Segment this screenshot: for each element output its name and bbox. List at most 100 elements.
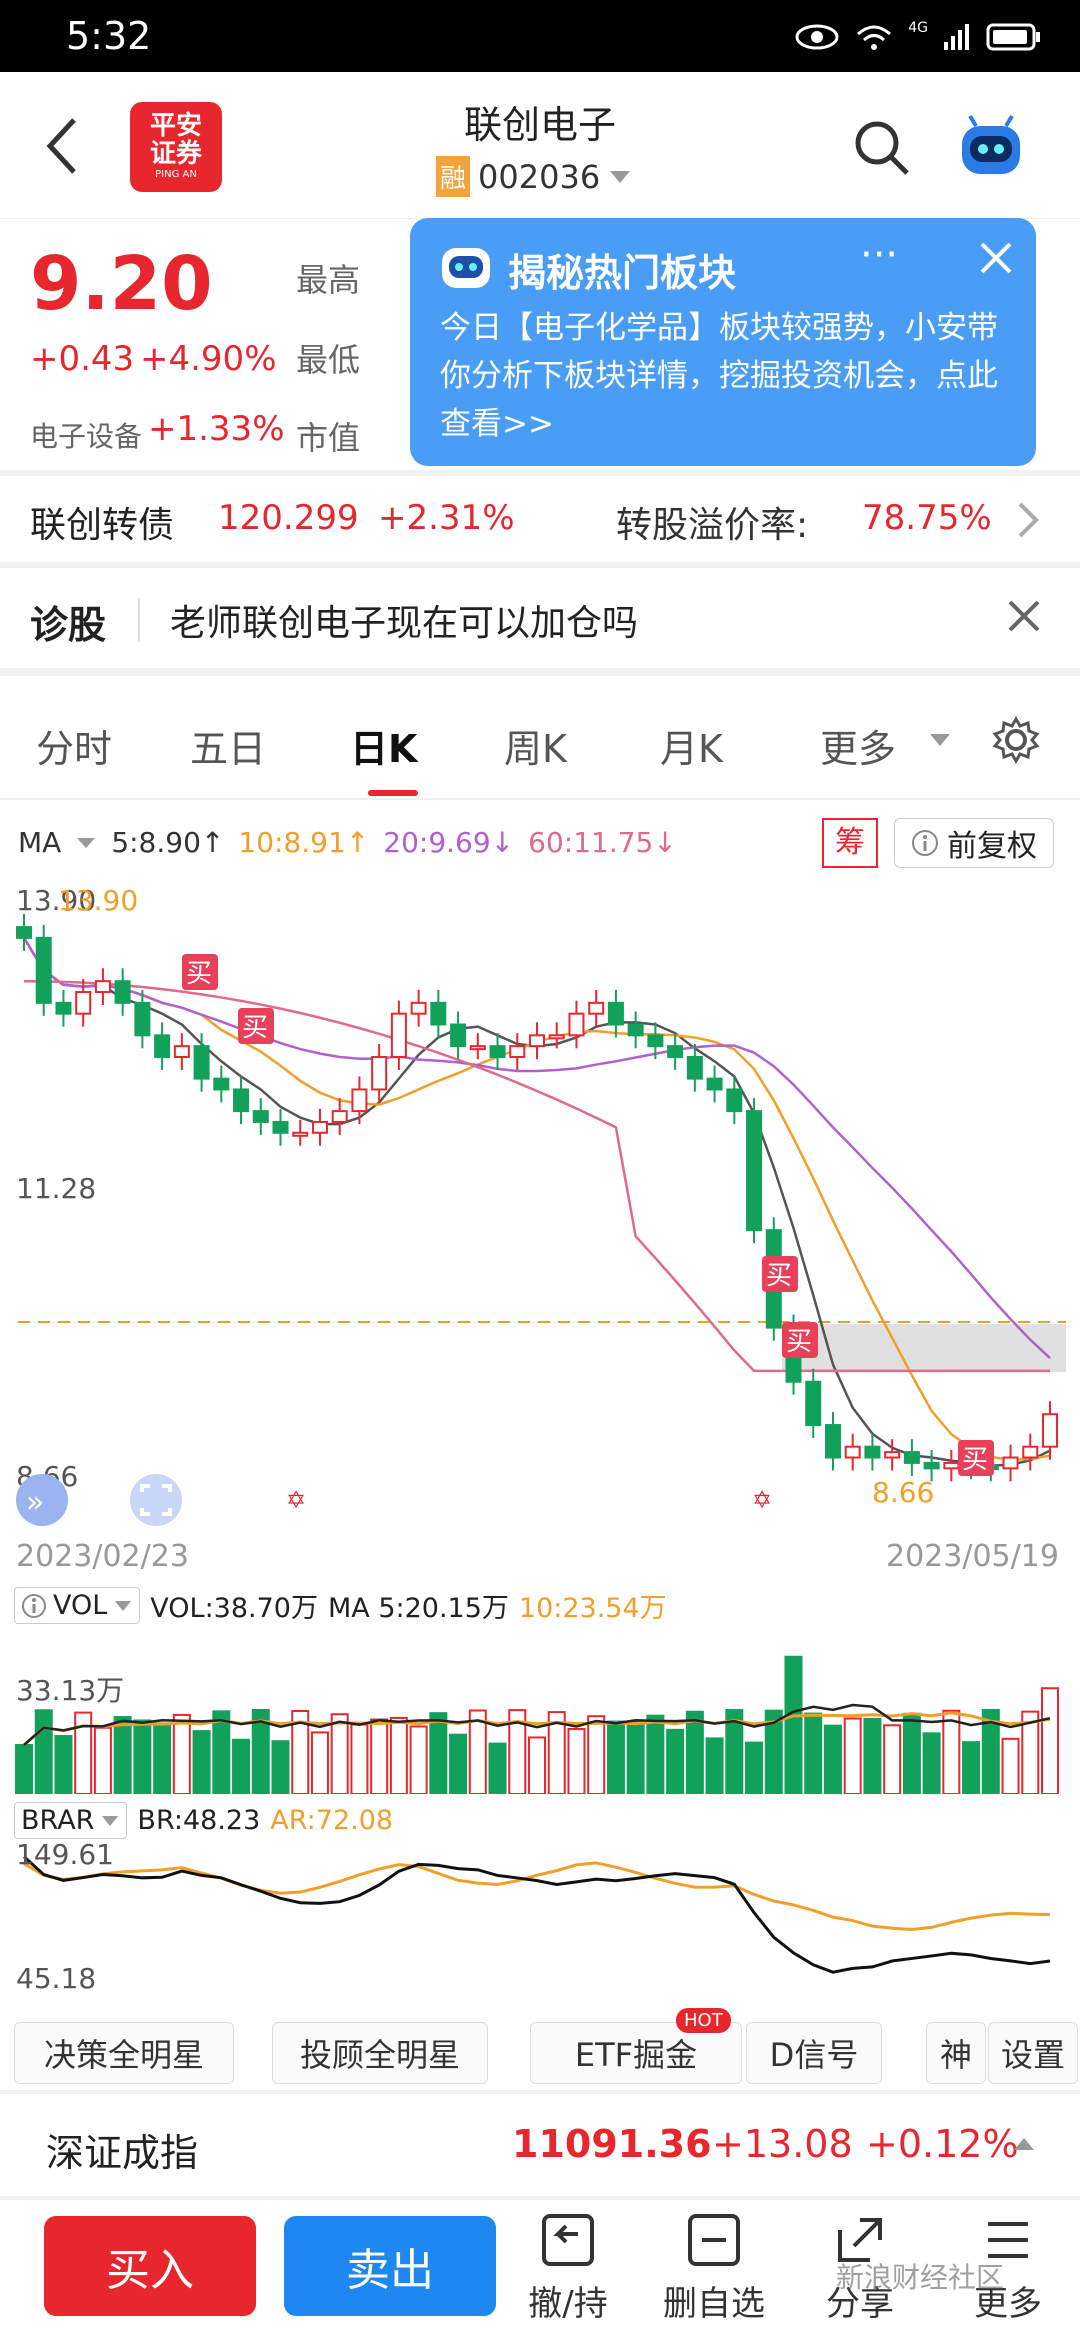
candle-body (529, 1034, 545, 1048)
caret-down-icon (930, 734, 950, 746)
brar-indicator-selector[interactable]: BRAR (14, 1802, 128, 1839)
volume-bar (1001, 1737, 1020, 1794)
candle-body (469, 1045, 486, 1051)
brar-chart[interactable]: 149.61 45.18 (0, 1840, 1080, 2006)
tab-weekly-k[interactable]: 周K (504, 718, 567, 773)
candle-body (509, 1045, 526, 1058)
candle-body (331, 1110, 348, 1123)
cancel-hold-button[interactable]: 撤/持 (508, 2210, 628, 2325)
gear-icon[interactable] (992, 716, 1040, 764)
event-star-icon[interactable]: ✡ (286, 1486, 306, 1514)
volume-bar (330, 1713, 349, 1794)
candle-body (588, 1001, 605, 1015)
vol-ma5: MA 5:20.15万 (327, 1593, 509, 1624)
chip-decision-stars[interactable]: 决策全明星 (14, 2022, 234, 2084)
volume-bar (409, 1725, 428, 1794)
robot-assistant-icon[interactable] (956, 114, 1026, 180)
candle-body (706, 1077, 723, 1091)
candle-body (844, 1445, 861, 1459)
chip-advisor-stars[interactable]: 投顾全明星 (272, 2022, 488, 2084)
date-end: 2023/05/19 (886, 1539, 1059, 1574)
divider (0, 2196, 1080, 2200)
search-icon[interactable] (852, 118, 912, 178)
event-star-icon[interactable]: ✡ (752, 1486, 772, 1514)
buy-marker-label: 买 (786, 1327, 812, 1357)
volume-chart[interactable]: 33.13万 (0, 1626, 1080, 1794)
ma-label[interactable]: MA (18, 826, 61, 859)
tab-daily-k[interactable]: 日K (350, 718, 417, 773)
volume-bar (172, 1713, 191, 1794)
sell-button[interactable]: 卖出 (284, 2216, 496, 2316)
close-icon[interactable] (978, 240, 1014, 276)
diagnosis-row[interactable]: 诊股 老师联创电子现在可以加仓吗 (0, 568, 1080, 668)
index-name: 深证成指 (46, 2131, 199, 2175)
candle-body (134, 1001, 151, 1037)
tab-monthly-k[interactable]: 月K (660, 718, 723, 773)
close-icon[interactable] (1006, 598, 1042, 634)
chip-settings[interactable]: 设置 (988, 2022, 1078, 2084)
more-dots-icon[interactable]: ··· (860, 232, 898, 278)
volume-bar (863, 1717, 882, 1794)
vol-indicator-selector[interactable]: VOL (14, 1587, 141, 1624)
hot-sector-popup[interactable]: 揭秘热门板块 ··· 今日【电子化学品】板块较强势，小安带你分析下板块详情，挖掘… (410, 218, 1036, 466)
caret-down-icon[interactable] (75, 836, 97, 850)
volume-bar (784, 1655, 803, 1794)
buy-button[interactable]: 买入 (44, 2216, 256, 2316)
candle-body (548, 1034, 565, 1040)
chip-distribution-button[interactable]: 筹 (822, 818, 878, 868)
diagnosis-question: 老师联创电子现在可以加仓吗 (170, 603, 639, 644)
fullscreen-icon[interactable] (130, 1474, 182, 1526)
vol-value: VOL:38.70万 (150, 1593, 318, 1624)
buy-marker-label: 买 (242, 1013, 268, 1043)
stock-title: 联创电子 (463, 103, 616, 147)
volume-bar (113, 1716, 132, 1794)
volume-bar (567, 1727, 586, 1794)
volume-bar (232, 1738, 251, 1794)
caret-down-icon (610, 170, 631, 183)
hot-badge: HOT (676, 2008, 731, 2033)
kline-chart[interactable]: 买买买买买 13.90 13.90 11.28 8.66 8.66 ✡ ✡ » … (0, 880, 1080, 1580)
buy-marker-label: 买 (766, 1261, 792, 1291)
ma-legend: MA 5:8.90↑ 10:8.91↑ 20:9.69↓ 60:11.75↓ (18, 826, 677, 859)
battery-icon (986, 23, 1040, 51)
volume-bar (370, 1718, 389, 1794)
status-time: 5:32 (66, 14, 152, 58)
chip-more[interactable]: 神 (926, 2022, 986, 2084)
volume-bar (962, 1741, 981, 1794)
popup-title: 揭秘热门板块 (508, 251, 737, 295)
popup-body[interactable]: 今日【电子化学品】板块较强势，小安带你分析下板块详情，挖掘投资机会，点此查看>> (440, 304, 1020, 448)
candle-body (430, 1001, 447, 1026)
candle-body (16, 926, 32, 939)
volume-bar (389, 1716, 408, 1794)
tab-more[interactable]: 更多 (820, 718, 896, 773)
remove-icon (688, 2214, 740, 2266)
chip-d-signal[interactable]: D信号 (746, 2022, 882, 2084)
sector-change: +1.33% (148, 409, 285, 449)
convertible-bond-row[interactable]: 联创转债 120.299 +2.31% 转股溢价率: 78.75% (0, 476, 1080, 562)
status-icons: 4G (794, 20, 1042, 54)
tab-minute[interactable]: 分时 (36, 718, 112, 773)
tab-five-day[interactable]: 五日 (190, 718, 266, 773)
volume-bar (685, 1710, 704, 1794)
adjust-button[interactable]: 前复权 (894, 818, 1054, 868)
volume-bar (133, 1719, 152, 1794)
premium-label: 转股溢价率: (616, 505, 809, 546)
index-change: +13.08 (712, 2122, 853, 2166)
ma10-line (22, 937, 1051, 1462)
buy-marker-label: 买 (962, 1445, 988, 1475)
divider (0, 668, 1080, 676)
volume-bar (942, 1709, 961, 1794)
candle-body (390, 1012, 407, 1058)
brar-legend: BRAR BR:48.23 AR:72.08 (14, 1802, 393, 1839)
network-type: 4G (908, 20, 928, 36)
volume-bar (587, 1715, 606, 1794)
caret-up-icon[interactable] (1012, 2136, 1036, 2152)
stock-code-selector[interactable]: 融 002036 (436, 156, 632, 197)
expand-left-icon[interactable]: » (16, 1474, 68, 1526)
candle-body (173, 1045, 190, 1058)
candle-body (351, 1088, 368, 1113)
index-ticker[interactable]: 深证成指 11091.36 +13.08 +0.12% (0, 2094, 1080, 2196)
active-tab-indicator (368, 790, 418, 796)
remove-watchlist-button[interactable]: 删自选 (654, 2210, 774, 2325)
diagnosis-label: 诊股 (30, 603, 107, 647)
